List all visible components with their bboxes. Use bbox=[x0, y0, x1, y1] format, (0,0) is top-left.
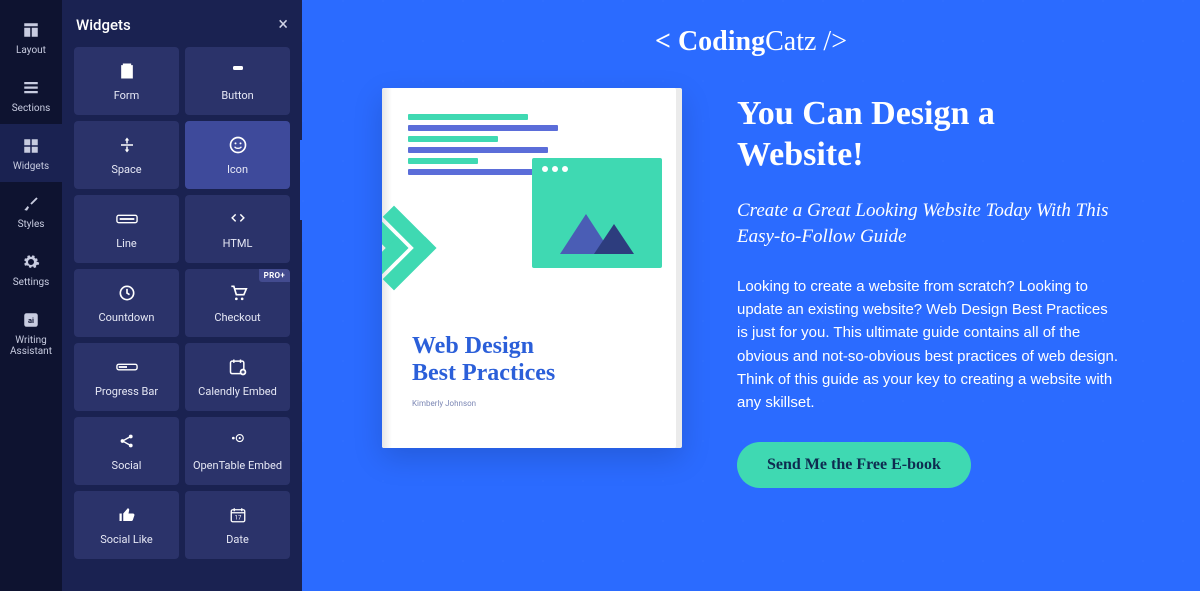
opentable-icon bbox=[227, 430, 249, 452]
cta-button[interactable]: Send Me the Free E-book bbox=[737, 442, 971, 488]
widgets-icon bbox=[21, 136, 41, 156]
canvas-preview[interactable]: < CodingCatz /> Web DesignBest Practices… bbox=[302, 0, 1200, 591]
line-icon bbox=[116, 208, 138, 230]
nav-label: Widgets bbox=[13, 161, 49, 172]
widget-label: Countdown bbox=[99, 311, 155, 324]
nav-rail: Layout Sections Widgets Styles Settings … bbox=[0, 0, 62, 591]
widget-label: Social bbox=[112, 459, 142, 472]
subheadline: Create a Great Looking Website Today Wit… bbox=[737, 198, 1120, 251]
calendar-add-icon bbox=[227, 356, 249, 378]
nav-sections[interactable]: Sections bbox=[0, 66, 62, 124]
nav-styles[interactable]: Styles bbox=[0, 182, 62, 240]
brand-suffix: Catz /> bbox=[765, 26, 847, 57]
widget-date[interactable]: 17 Date bbox=[185, 491, 290, 559]
calendar-icon: 17 bbox=[227, 504, 249, 526]
widget-button[interactable]: Button bbox=[185, 47, 290, 115]
widget-label: Social Like bbox=[100, 533, 153, 546]
widget-social[interactable]: Social bbox=[74, 417, 179, 485]
brand-prefix: < Coding bbox=[655, 26, 765, 57]
widget-label: HTML bbox=[223, 237, 253, 250]
clipboard-icon bbox=[116, 60, 138, 82]
thumb-up-icon bbox=[116, 504, 138, 526]
code-icon bbox=[227, 208, 249, 230]
nav-label: Styles bbox=[18, 219, 45, 230]
widget-label: Progress Bar bbox=[95, 385, 158, 398]
widget-html[interactable]: HTML bbox=[185, 195, 290, 263]
widget-opentable[interactable]: OpenTable Embed bbox=[185, 417, 290, 485]
sections-icon bbox=[21, 78, 41, 98]
book-title: Web DesignBest Practices bbox=[412, 333, 555, 388]
widget-label: Form bbox=[114, 89, 140, 102]
nav-widgets[interactable]: Widgets bbox=[0, 124, 62, 182]
widget-countdown[interactable]: Countdown bbox=[74, 269, 179, 337]
hero-row: Web DesignBest Practices Kimberly Johnso… bbox=[352, 88, 1150, 488]
widget-icon[interactable]: Icon bbox=[185, 121, 290, 189]
headline: You Can Design a Website! bbox=[737, 94, 1120, 176]
widget-label: OpenTable Embed bbox=[193, 459, 282, 472]
pro-badge: PRO+ bbox=[259, 269, 290, 282]
svg-text:ai: ai bbox=[28, 316, 34, 325]
nav-label: Sections bbox=[12, 103, 51, 114]
widget-label: Icon bbox=[227, 163, 248, 176]
brand-logo: < CodingCatz /> bbox=[352, 26, 1150, 58]
body-text: Looking to create a website from scratch… bbox=[737, 275, 1120, 415]
share-icon bbox=[116, 430, 138, 452]
widget-label: Date bbox=[226, 533, 249, 546]
widget-checkout[interactable]: PRO+ Checkout bbox=[185, 269, 290, 337]
widget-line[interactable]: Line bbox=[74, 195, 179, 263]
panel-title: Widgets bbox=[76, 16, 131, 34]
svg-text:17: 17 bbox=[234, 515, 241, 522]
image-frame-graphic bbox=[532, 158, 662, 268]
gear-icon bbox=[21, 252, 41, 272]
ai-icon: ai bbox=[21, 310, 41, 330]
nav-layout[interactable]: Layout bbox=[0, 8, 62, 66]
progress-icon bbox=[116, 356, 138, 378]
widget-label: Button bbox=[221, 89, 253, 102]
layout-icon bbox=[21, 20, 41, 40]
widget-label: Checkout bbox=[214, 311, 260, 324]
button-icon bbox=[227, 60, 249, 82]
widget-social-like[interactable]: Social Like bbox=[74, 491, 179, 559]
widget-space[interactable]: Space bbox=[74, 121, 179, 189]
panel-header: Widgets × bbox=[74, 10, 290, 47]
nav-settings[interactable]: Settings bbox=[0, 240, 62, 298]
widget-grid: Form Button Space Icon Line HTML Countdo… bbox=[74, 47, 290, 559]
ebook-cover: Web DesignBest Practices Kimberly Johnso… bbox=[382, 88, 682, 448]
nav-label: Layout bbox=[16, 45, 46, 56]
nav-label: Writing Assistant bbox=[0, 335, 62, 357]
book-author: Kimberly Johnson bbox=[412, 399, 476, 408]
hero-copy: You Can Design a Website! Create a Great… bbox=[737, 88, 1120, 488]
space-icon bbox=[116, 134, 138, 156]
brush-icon bbox=[21, 194, 41, 214]
widget-calendly[interactable]: Calendly Embed bbox=[185, 343, 290, 411]
widgets-panel: Widgets × Form Button Space Icon Line HT… bbox=[62, 0, 302, 591]
nav-label: Settings bbox=[13, 277, 50, 288]
widget-label: Calendly Embed bbox=[198, 385, 277, 398]
widget-label: Line bbox=[116, 237, 137, 250]
widget-form[interactable]: Form bbox=[74, 47, 179, 115]
close-icon[interactable]: × bbox=[278, 14, 288, 35]
clock-icon bbox=[116, 282, 138, 304]
chevron-graphic bbox=[382, 218, 474, 328]
nav-writing-assistant[interactable]: ai Writing Assistant bbox=[0, 298, 62, 367]
cart-icon bbox=[227, 282, 249, 304]
widget-label: Space bbox=[111, 163, 141, 176]
smiley-icon bbox=[227, 134, 249, 156]
widget-progress-bar[interactable]: Progress Bar bbox=[74, 343, 179, 411]
